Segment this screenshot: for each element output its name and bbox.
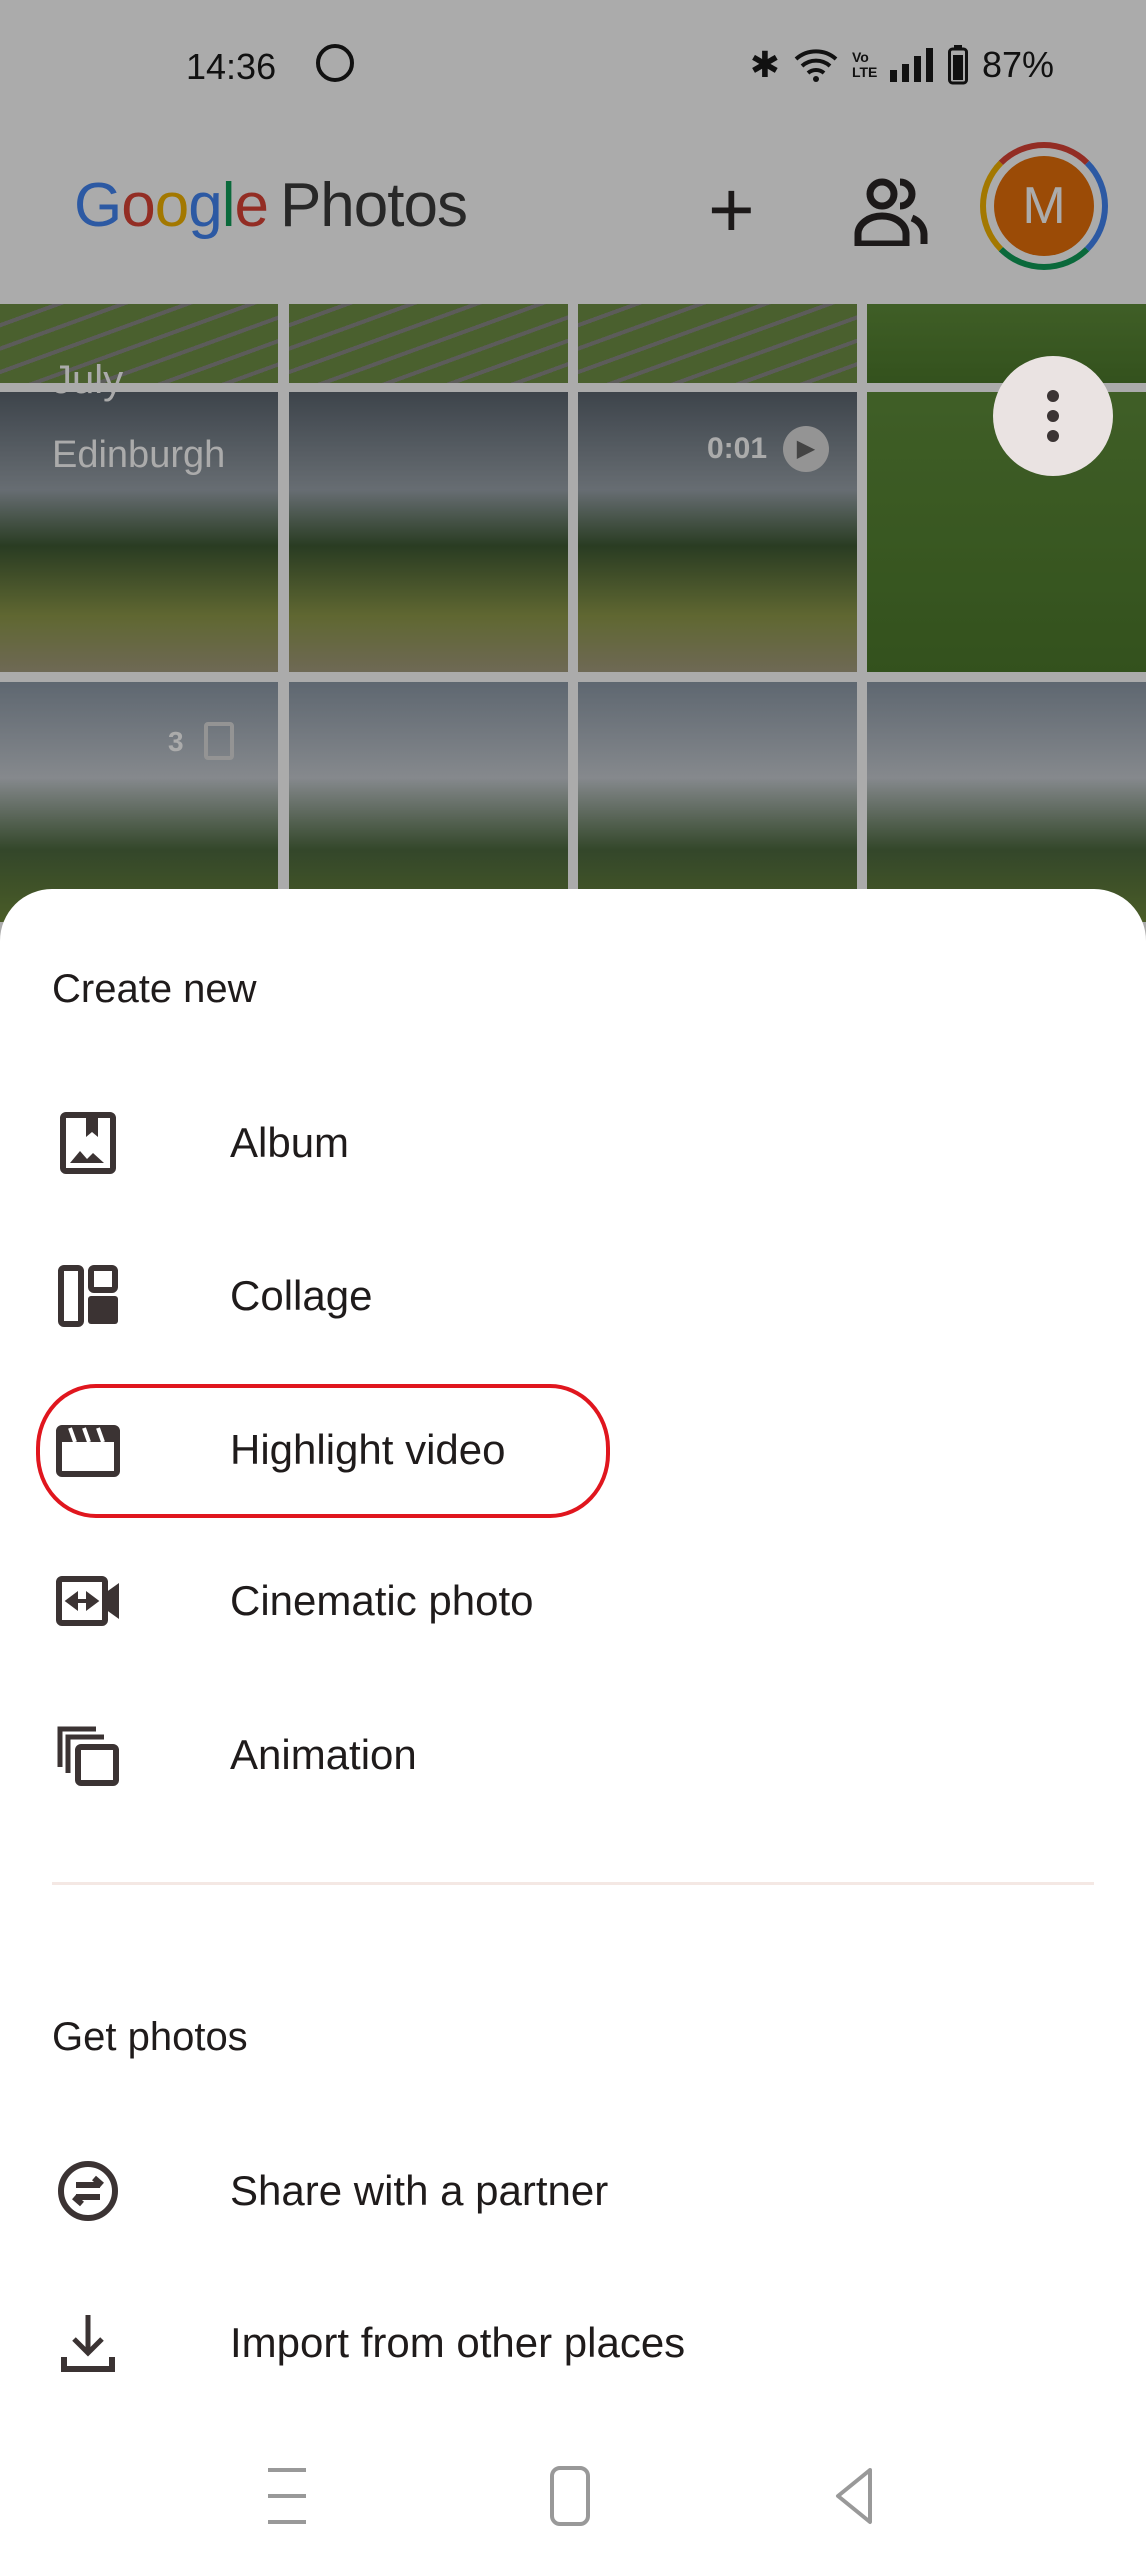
section-divider xyxy=(52,1882,1094,1885)
cinematic-icon xyxy=(56,1576,119,1626)
modal-scrim[interactable] xyxy=(0,0,1146,960)
create-new-heading: Create new xyxy=(52,967,257,1011)
annotation-highlight-oval xyxy=(36,1384,610,1518)
get-photos-heading: Get photos xyxy=(52,2015,248,2059)
home-icon[interactable] xyxy=(550,2466,590,2526)
menu-item-cinematic-photo[interactable]: Cinematic photo xyxy=(0,1526,1146,1676)
menu-item-album[interactable]: Album xyxy=(0,1068,1146,1218)
create-bottom-sheet: Create new Album Collage Highlight video… xyxy=(0,889,1146,2560)
album-icon xyxy=(60,1112,116,1174)
system-navigation-bar xyxy=(0,2430,1146,2560)
more-options-button[interactable] xyxy=(993,356,1113,476)
animation-icon xyxy=(57,1726,119,1786)
recent-apps-icon[interactable] xyxy=(266,2466,308,2526)
back-icon[interactable] xyxy=(834,2466,874,2526)
collage-icon xyxy=(58,1265,118,1327)
menu-item-import[interactable]: Import from other places xyxy=(0,2268,1146,2418)
menu-item-share-with-partner[interactable]: Share with a partner xyxy=(0,2116,1146,2266)
partner-share-icon xyxy=(58,2161,118,2221)
menu-item-animation[interactable]: Animation xyxy=(0,1680,1146,1830)
menu-item-collage[interactable]: Collage xyxy=(0,1221,1146,1371)
download-icon xyxy=(61,2315,115,2372)
